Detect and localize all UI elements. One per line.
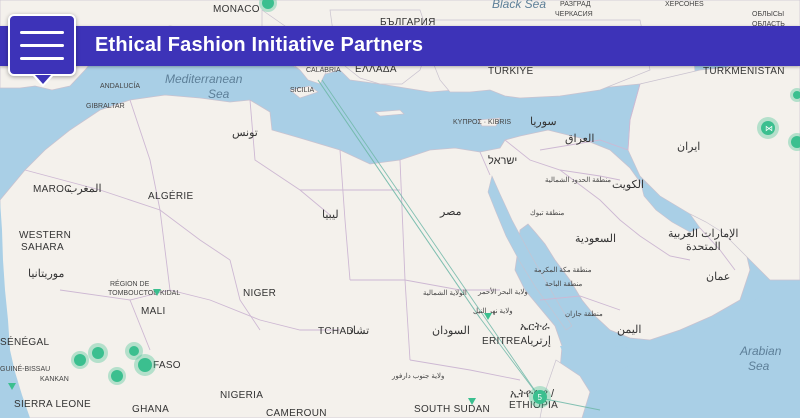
partner-marker-cluster[interactable]: ⋈: [757, 117, 779, 139]
country-label: العراق: [565, 133, 594, 145]
country-label: NIGERIA: [220, 390, 263, 401]
country-label: SÉNÉGAL: [0, 335, 49, 348]
region-label: ХЕРСОНЕЅ: [665, 1, 704, 8]
country-label: اليمن: [617, 324, 641, 336]
country-label: الكويت: [612, 179, 644, 191]
menu-icon-bar: [20, 57, 64, 60]
country-label: السعودية: [575, 233, 616, 245]
country-label: السودان: [432, 325, 470, 337]
marker-count: 5: [538, 393, 543, 402]
region-label: منطقة الحدود الشمالية: [545, 176, 611, 184]
region-label: الولاية الشمالية: [423, 289, 467, 297]
partner-marker-cluster[interactable]: 5: [529, 386, 551, 408]
country-label: عمان: [706, 271, 730, 283]
region-label: CALABRIA: [306, 67, 341, 74]
region-label: KIDAL: [160, 290, 180, 297]
country-label: SOUTH SUDAN: [414, 404, 490, 415]
region-label: منطقة جازان: [565, 310, 603, 318]
region-label: منطقة تبوك: [530, 209, 565, 217]
country-label: إرتريا: [527, 335, 551, 347]
country-label: NIGER: [243, 288, 276, 299]
region-label: SICILIA: [290, 87, 314, 94]
region-label: ولاية نهر النيل: [473, 307, 513, 315]
country-label: مصر: [439, 206, 462, 218]
region-label: ЧЕРКАСИЯ: [555, 11, 593, 18]
country-label: المتحدة: [686, 241, 721, 253]
country-label: SAHARA: [21, 242, 64, 253]
partner-marker-cluster[interactable]: [71, 351, 89, 369]
sea-label-sea2: Sea: [748, 359, 770, 373]
country-label: TURKMENISTAN: [703, 66, 785, 77]
country-label: MONACO: [213, 4, 260, 15]
country-label: SIERRA LEONE: [14, 399, 91, 410]
region-label: RÉGION DE: [110, 279, 150, 288]
partner-marker-cluster[interactable]: [108, 367, 126, 385]
page-title: Ethical Fashion Initiative Partners: [95, 34, 424, 56]
menu-pointer-icon: [33, 75, 53, 87]
svg-text:⋈: ⋈: [765, 124, 773, 133]
sea-label-arabian: Arabian: [739, 344, 782, 358]
menu-button[interactable]: [8, 14, 76, 76]
partner-marker-cluster[interactable]: [88, 343, 108, 363]
region-label: TOMBOUCTOU: [108, 290, 158, 297]
region-label: منطقة مكة المكرمة: [534, 266, 592, 274]
country-label: موريتانيا: [28, 268, 64, 280]
country-label: الإمارات العربية: [668, 228, 738, 240]
country-label: ישראל: [488, 154, 517, 167]
country-label: المغرب: [67, 183, 102, 195]
country-label: ليبيا: [322, 209, 339, 221]
country-label: MAROC: [33, 184, 72, 195]
country-label: تونس: [232, 127, 258, 139]
country-label: GUINÉ-BISSAU: [0, 364, 50, 373]
country-label: ERITREA: [482, 336, 527, 347]
sea-label-black-sea: Black Sea: [492, 0, 546, 11]
country-label: FASO: [153, 360, 181, 371]
region-label: KANKAN: [40, 376, 69, 383]
country-label: ایران: [677, 141, 700, 153]
region-label: РАЗГРАД: [560, 1, 591, 8]
sea-label-sea: Sea: [208, 87, 230, 101]
region-label: ANDALUCÍA: [100, 81, 140, 90]
country-label: ኤርትራ: [520, 321, 550, 333]
country-label: MALI: [141, 306, 166, 317]
partner-marker-cluster[interactable]: [134, 354, 156, 376]
country-label: تشاد: [348, 325, 369, 337]
region-label: GIBRALTAR: [86, 103, 125, 110]
country-label: سوريا: [530, 116, 557, 128]
country-label: CAMEROUN: [266, 408, 327, 418]
country-label: ALGÉRIE: [148, 189, 193, 202]
region-label: ОБЛЫСЫ: [752, 11, 784, 18]
sea-label-mediterranean: Mediterranean: [165, 72, 243, 86]
region-label: منطقة الباحة: [545, 280, 582, 288]
menu-icon-bar: [20, 44, 64, 47]
country-label: WESTERN: [19, 230, 71, 241]
header-bar: Ethical Fashion Initiative Partners: [0, 26, 800, 66]
country-label: GHANA: [132, 404, 169, 415]
region-label: ولاية جنوب دارفور: [391, 372, 444, 380]
country-label: ΚΥΠΡΟΣ · KIBRIS: [453, 119, 511, 126]
menu-icon: [20, 31, 64, 34]
